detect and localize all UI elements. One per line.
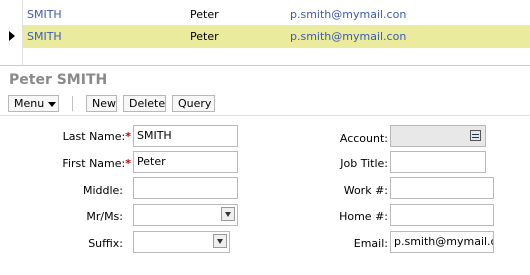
query-button[interactable]: Query [172,95,215,112]
table-row[interactable]: SMITH Peter p.smith@mymail.con [23,4,530,25]
email-cell[interactable]: p.smith@mymail.con [290,8,406,21]
menu-label: Menu [14,97,45,110]
job-title-field[interactable] [390,151,486,173]
first-name-field[interactable]: Peter [133,151,238,173]
suffix-label: Suffix: [88,237,123,250]
table-row-selected[interactable]: SMITH Peter p.smith@mymail.con [23,26,530,47]
mr-ms-select[interactable] [133,204,238,226]
last-name-field[interactable]: SMITH [133,125,238,147]
account-picker-icon[interactable] [470,130,481,141]
email-field[interactable]: p.smith@mymail.com [390,231,494,253]
middle-label: Middle: [82,184,123,197]
first-name-cell: Peter [190,8,219,21]
mr-ms-label: Mr/Ms: [86,210,123,223]
first-name-label: First Name:* [62,157,131,170]
row-divider [23,47,530,48]
delete-button[interactable]: Delete [123,95,166,112]
job-title-label: Job Title: [340,157,388,170]
chevron-down-icon[interactable] [221,207,235,221]
suffix-select[interactable] [133,231,230,253]
middle-name-field[interactable] [133,177,238,199]
work-phone-label: Work #: [343,184,388,197]
email-label: Email: [353,237,388,250]
form-toolbar: Menu New Delete Query [0,93,530,116]
chevron-down-icon[interactable] [213,234,227,248]
home-phone-field[interactable] [390,204,494,226]
menu-button[interactable]: Menu [8,95,59,112]
toolbar-divider [72,96,73,111]
chevron-down-icon [48,101,57,107]
required-marker: * [125,130,131,143]
new-button[interactable]: New [86,95,117,112]
last-name-label: Last Name:* [62,130,131,143]
home-phone-label: Home #: [339,210,388,223]
email-cell[interactable]: p.smith@mymail.con [290,30,406,43]
contacts-list: SMITH Peter p.smith@mymail.con SMITH Pet… [0,0,530,66]
record-title: Peter SMITH [9,72,108,88]
account-label: Account: [339,132,388,145]
account-field[interactable] [390,125,486,147]
first-name-cell: Peter [190,30,219,43]
work-phone-field[interactable] [390,177,494,199]
last-name-cell[interactable]: SMITH [27,8,62,21]
last-name-cell[interactable]: SMITH [27,30,62,43]
current-row-arrow-icon [9,31,15,41]
required-marker: * [125,157,131,170]
